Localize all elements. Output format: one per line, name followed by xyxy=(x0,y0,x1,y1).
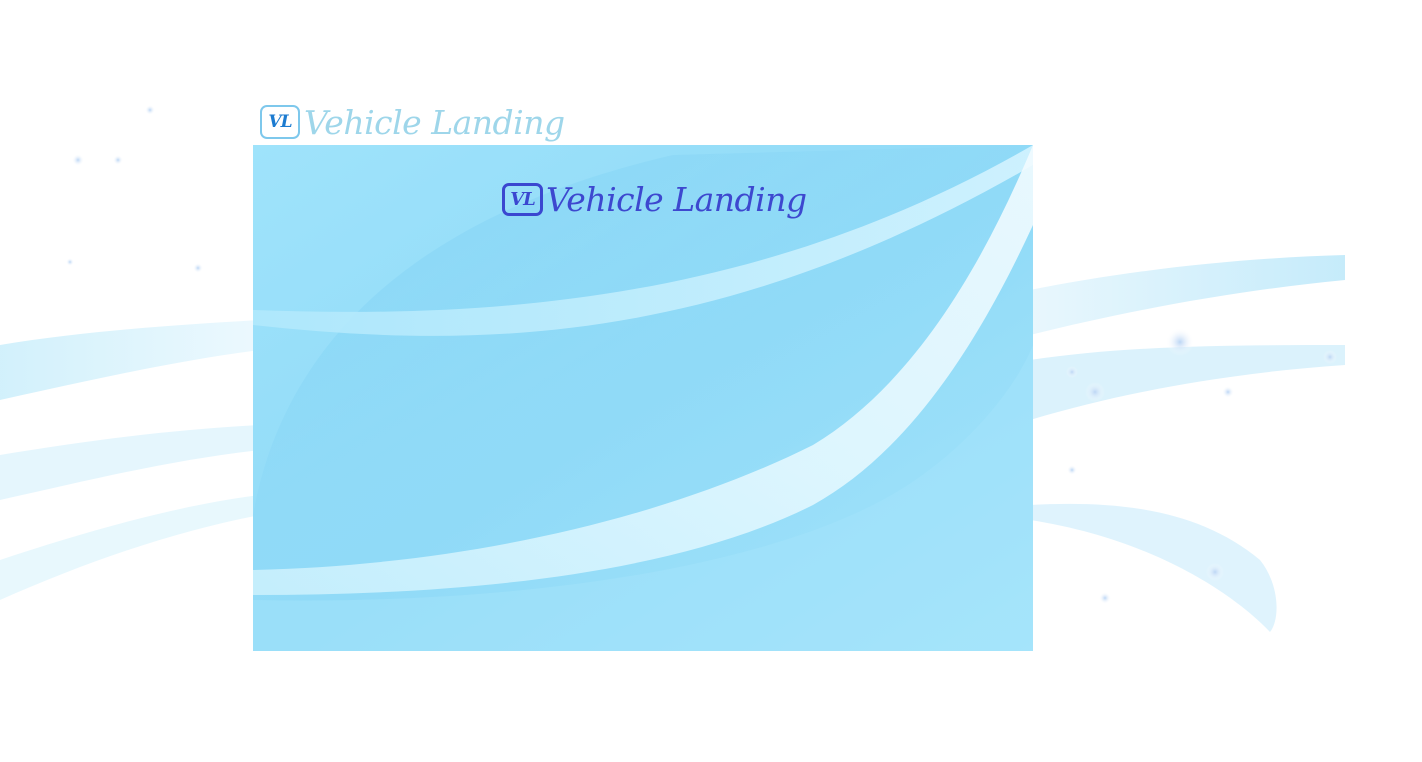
header-logo[interactable]: VL Vehicle Landing xyxy=(260,100,565,144)
panel-brand-name: Vehicle Landing xyxy=(546,180,807,219)
panel-logo[interactable]: VL Vehicle Landing xyxy=(502,183,807,216)
page: VL Vehicle Landing VL Vehicle Landing xyxy=(0,0,1422,762)
vl-badge-icon: VL xyxy=(260,105,300,139)
header-brand-name: Vehicle Landing xyxy=(304,102,565,142)
panel-wave-art xyxy=(253,145,1033,651)
vl-badge-icon: VL xyxy=(502,183,543,216)
hero-panel: VL Vehicle Landing xyxy=(253,145,1033,651)
